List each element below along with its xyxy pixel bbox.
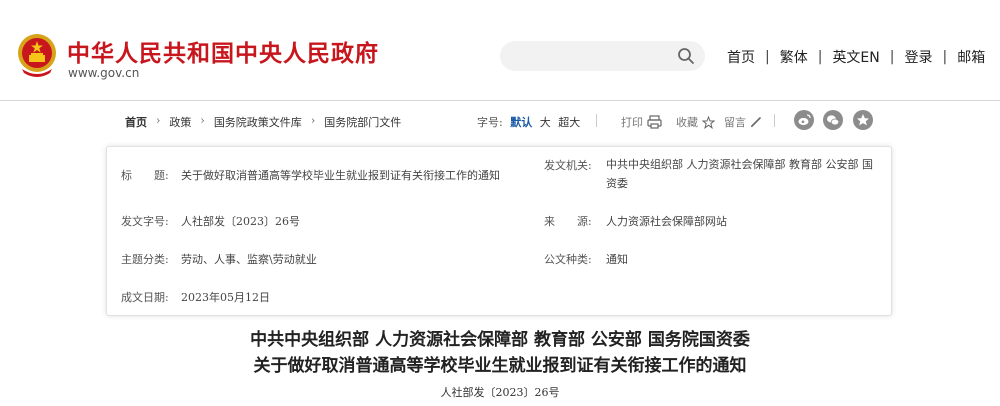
toolbar: 首页 › 政策 › 国务院政策文件库 › 国务院部门文件 字号: 默认 大 超大…	[105, 100, 894, 138]
document-heading: 中共中央组织部 人力资源社会保障部 教育部 公安部 国务院国资委 关于做好取消普…	[0, 328, 1000, 400]
site-name[interactable]: 中华人民共和国中央人民政府	[67, 34, 379, 68]
doc-type-value: 通知	[606, 253, 628, 266]
breadcrumb-policy[interactable]: 政策	[169, 114, 191, 130]
issuer-label: 发文机关:	[544, 159, 592, 172]
date-value: 2023年05月12日	[181, 291, 270, 304]
national-emblem-icon[interactable]	[16, 33, 58, 77]
breadcrumb-home[interactable]: 首页	[125, 114, 147, 130]
nav-english-link[interactable]: 英文EN	[832, 47, 879, 67]
font-size-large[interactable]: 大	[540, 116, 551, 129]
doc-number-value: 人社部发〔2023〕26号	[181, 215, 300, 228]
wechat-icon[interactable]	[823, 110, 843, 130]
nav-separator: |	[765, 49, 770, 65]
font-size-label: 字号:	[477, 116, 503, 129]
divider	[596, 114, 597, 127]
comment-label: 留言	[724, 116, 746, 129]
document-metadata-table: 标 题: 关于做好取消普通高等学校毕业生就业报到证有关衔接工作的通知 发文机关:…	[106, 146, 892, 316]
doc-type-label: 公文种类:	[544, 253, 592, 266]
site-url: www.gov.cn	[68, 66, 140, 80]
document-issuers: 中共中央组织部 人力资源社会保障部 教育部 公安部 国务院国资委	[250, 330, 750, 350]
title-label: 标 题:	[121, 169, 169, 182]
star-icon	[702, 115, 715, 129]
pen-icon	[750, 117, 761, 128]
nav-separator: |	[942, 49, 948, 65]
nav-separator: |	[889, 49, 895, 65]
top-nav: 首页 | 繁体 | 英文EN | 登录 | 邮箱	[727, 47, 985, 67]
search-input[interactable]	[500, 41, 705, 71]
nav-login-link[interactable]: 登录	[904, 47, 932, 67]
breadcrumb-department-docs[interactable]: 国务院部门文件	[324, 114, 401, 130]
document-title: 关于做好取消普通高等学校毕业生就业报到证有关衔接工作的通知	[253, 356, 747, 376]
divider	[774, 114, 775, 127]
category-label: 主题分类:	[121, 253, 169, 266]
title-value: 关于做好取消普通高等学校毕业生就业报到证有关衔接工作的通知	[181, 169, 500, 182]
print-button[interactable]: 打印	[621, 114, 662, 130]
issuer-value: 中共中央组织部 人力资源社会保障部 教育部 公安部 国资委	[606, 158, 873, 190]
nav-mail-link[interactable]: 邮箱	[957, 47, 985, 67]
print-label: 打印	[621, 116, 643, 129]
date-label: 成文日期:	[121, 291, 169, 304]
source-label: 来 源:	[544, 215, 592, 228]
nav-separator: |	[817, 49, 823, 65]
font-size-switcher: 字号: 默认 大 超大	[477, 114, 580, 130]
document-number: 人社部发〔2023〕26号	[440, 386, 560, 399]
breadcrumb: 首页 › 政策 › 国务院政策文件库 › 国务院部门文件	[125, 114, 401, 130]
favorite-label: 收藏	[676, 116, 698, 129]
source-value: 人力资源社会保障部网站	[606, 215, 727, 228]
nav-traditional-link[interactable]: 繁体	[780, 47, 808, 67]
category-value: 劳动、人事、监察\劳动就业	[181, 253, 317, 266]
nav-home-link[interactable]: 首页	[727, 47, 755, 67]
comment-button[interactable]: 留言	[724, 114, 762, 130]
favorite-button[interactable]: 收藏	[676, 114, 715, 130]
site-header: 中华人民共和国中央人民政府 www.gov.cn 首页 | 繁体 | 英文EN …	[0, 0, 1000, 101]
weibo-icon[interactable]	[794, 110, 814, 130]
breadcrumb-arrow-icon: ›	[156, 114, 161, 127]
font-size-xlarge[interactable]: 超大	[558, 116, 580, 129]
printer-icon	[647, 115, 662, 129]
breadcrumb-arrow-icon: ›	[310, 114, 316, 127]
doc-number-label: 发文字号:	[121, 215, 169, 228]
breadcrumb-policy-library[interactable]: 国务院政策文件库	[214, 114, 302, 130]
font-size-default[interactable]: 默认	[510, 116, 532, 129]
search-icon[interactable]	[677, 47, 695, 65]
breadcrumb-arrow-icon: ›	[200, 114, 205, 127]
qzone-icon[interactable]	[853, 110, 873, 130]
